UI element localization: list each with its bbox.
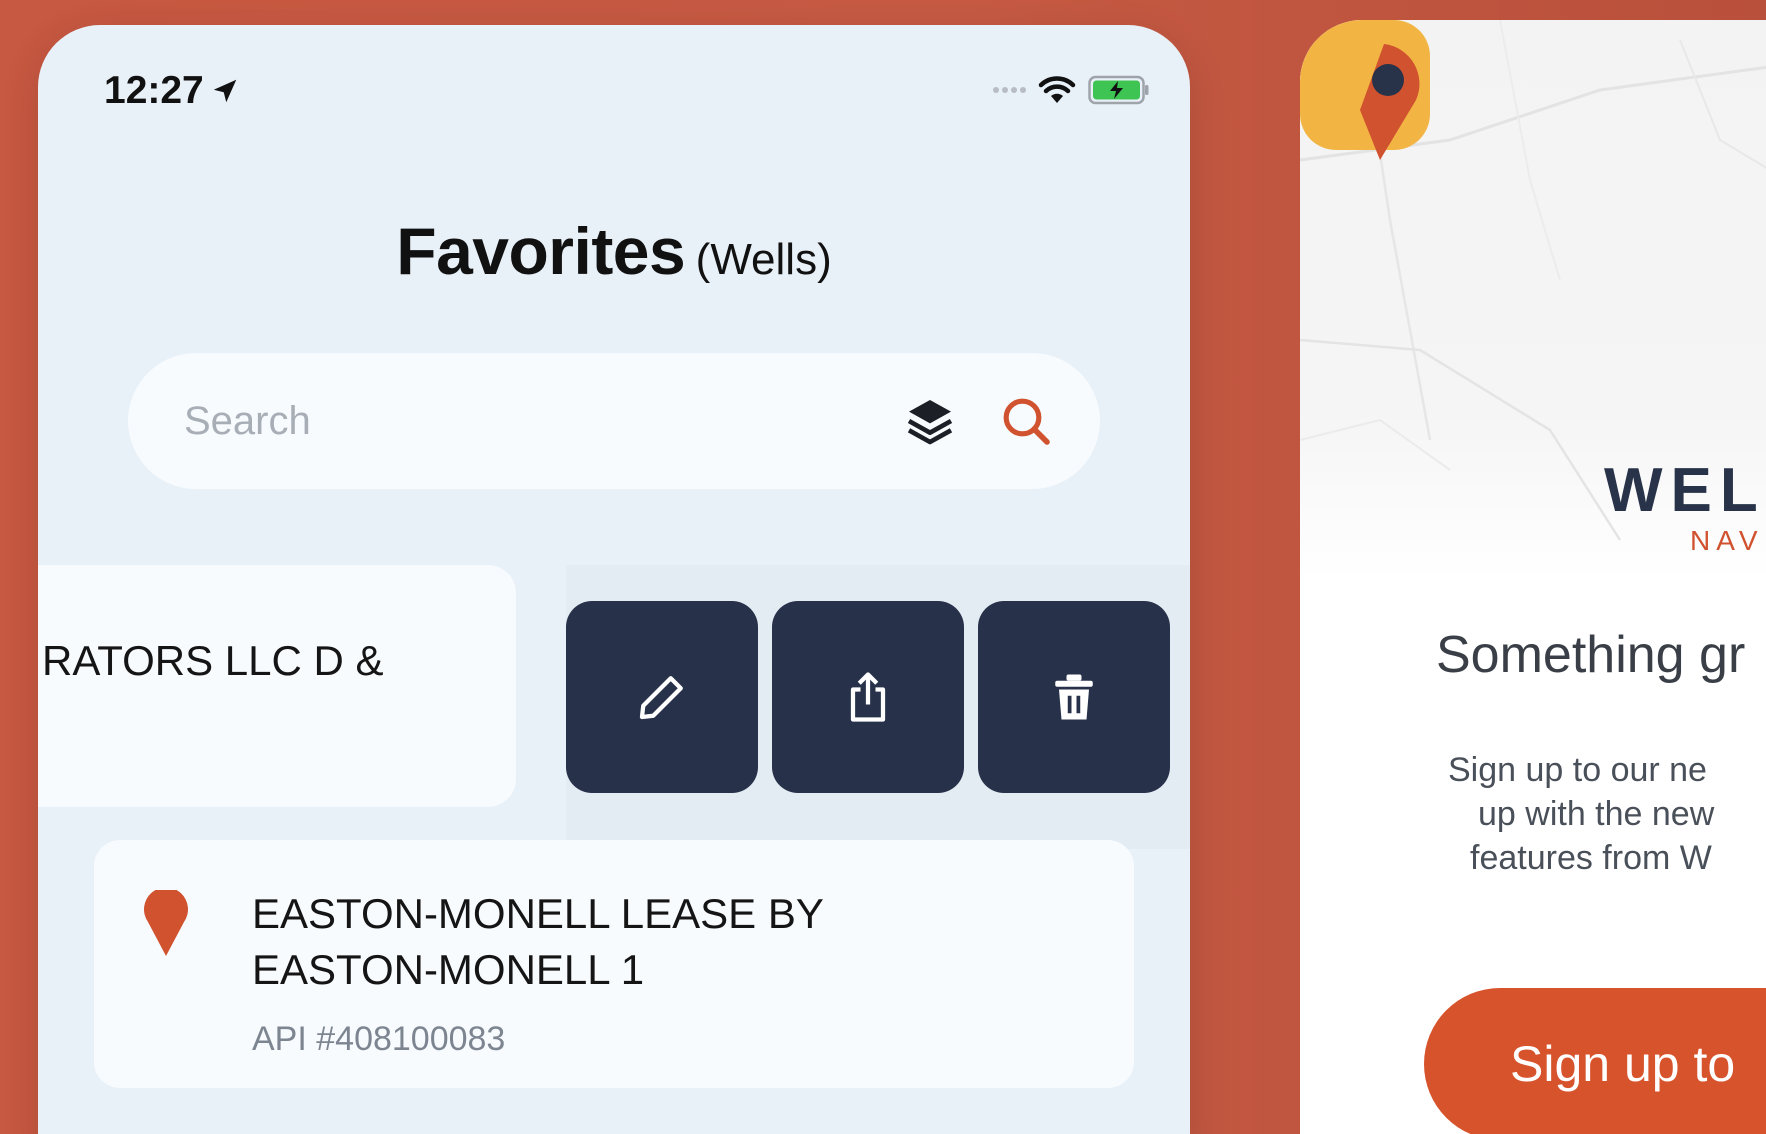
app-logo-icon bbox=[1300, 20, 1430, 160]
promo-screen: WELL NAVI Something gr Sign up to our ne… bbox=[1300, 20, 1766, 1134]
cellular-signal-icon bbox=[993, 87, 1026, 93]
list-item[interactable]: EASTON-MONELL LEASE BY EASTON-MONELL 1 A… bbox=[94, 840, 1134, 1088]
promo-body-line: features from W bbox=[1470, 839, 1712, 877]
search-bar[interactable]: Search bbox=[128, 353, 1100, 489]
delete-button[interactable] bbox=[978, 601, 1170, 793]
promo-body: Sign up to our ne up with the new featur… bbox=[1448, 748, 1766, 880]
page-title: Favorites (Wells) bbox=[38, 213, 1190, 289]
wifi-icon bbox=[1038, 76, 1076, 103]
location-arrow-icon bbox=[213, 79, 236, 103]
signup-button[interactable]: Sign up to bbox=[1424, 988, 1766, 1134]
list-item-api: API #408100083 bbox=[252, 1020, 506, 1058]
swipe-actions bbox=[566, 565, 1190, 849]
pencil-icon bbox=[639, 676, 683, 720]
time-text: 12:27 bbox=[104, 69, 204, 112]
title-main: Favorites bbox=[396, 214, 686, 288]
promo-body-line: Sign up to our ne bbox=[1448, 751, 1707, 789]
edit-button[interactable] bbox=[566, 601, 758, 793]
share-icon bbox=[850, 672, 886, 722]
promo-body-line: up with the new bbox=[1478, 795, 1715, 833]
status-icons bbox=[993, 75, 1150, 105]
list-item-swiped[interactable]: RATORS LLC D & bbox=[38, 565, 516, 807]
map-background: WELL NAVI bbox=[1300, 20, 1766, 580]
layers-icon[interactable] bbox=[902, 393, 958, 449]
status-bar: 12:27 bbox=[38, 25, 1190, 145]
list-item-title: RATORS LLC D & bbox=[42, 637, 384, 684]
logo-subtitle: NAVI bbox=[1690, 525, 1766, 556]
logo-wordmark: WELL bbox=[1604, 456, 1766, 525]
promo-headline: Something gr bbox=[1436, 626, 1746, 684]
title-sub: (Wells) bbox=[695, 235, 832, 284]
battery-charging-icon bbox=[1088, 75, 1149, 105]
favorites-screen: 12:27 Favorites (Wells) Search RATORS LL… bbox=[38, 25, 1190, 1134]
status-time: 12:27 bbox=[104, 69, 240, 113]
share-button[interactable] bbox=[772, 601, 964, 793]
list-item-title: EASTON-MONELL LEASE BY EASTON-MONELL 1 bbox=[252, 886, 1052, 998]
list-item-title-line: EASTON-MONELL 1 bbox=[252, 946, 645, 993]
list-item-title-line: EASTON-MONELL LEASE BY bbox=[252, 890, 824, 937]
search-icon[interactable] bbox=[998, 393, 1054, 449]
search-input[interactable]: Search bbox=[184, 399, 902, 444]
map-pin-icon bbox=[144, 890, 188, 956]
trash-icon bbox=[1055, 674, 1093, 720]
